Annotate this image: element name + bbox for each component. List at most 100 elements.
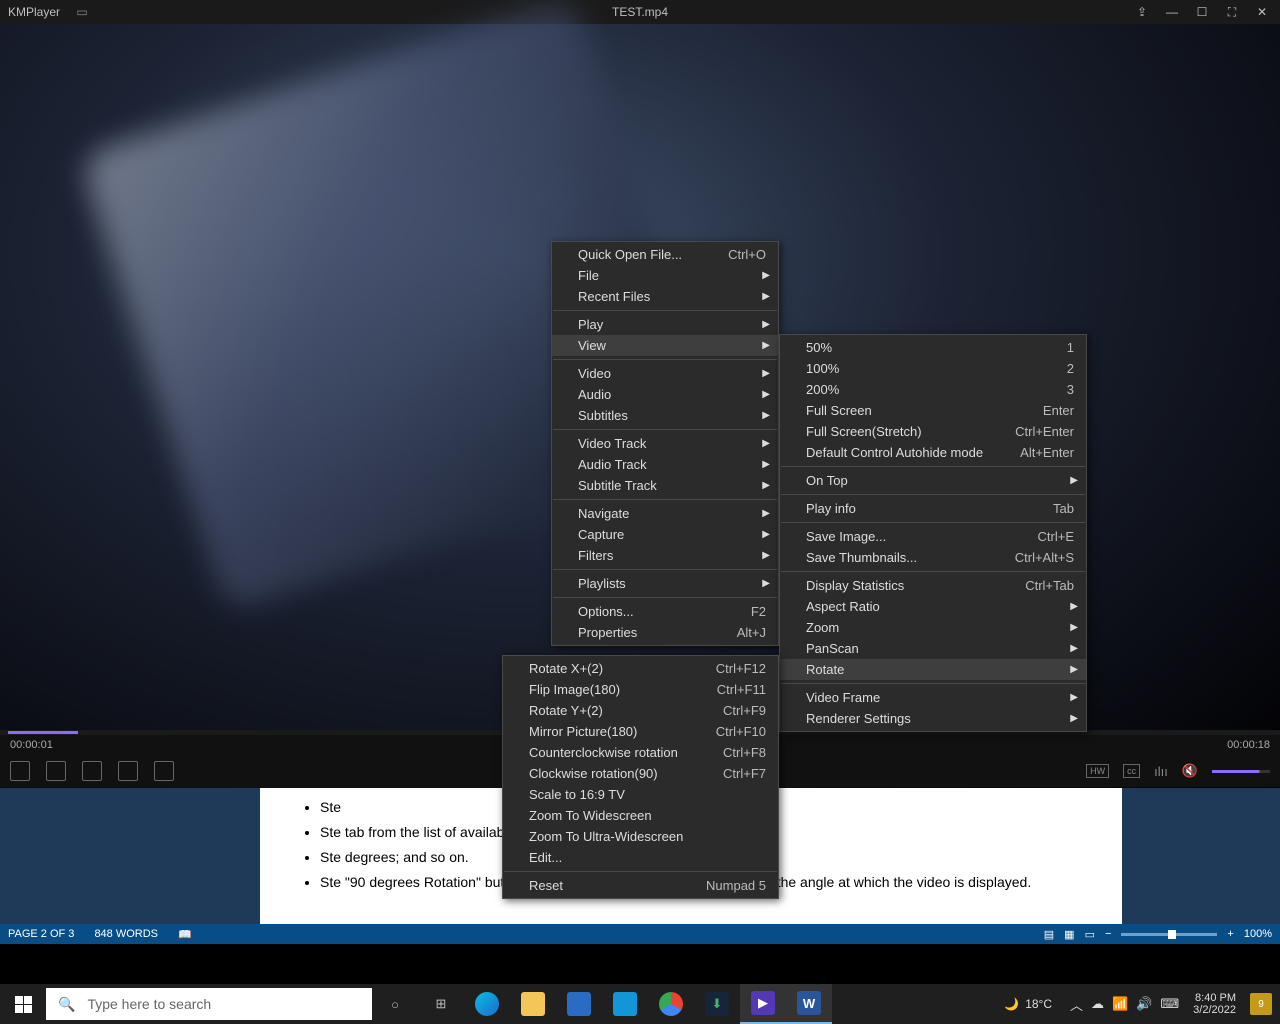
page-indicator[interactable]: PAGE 2 OF 3 [8, 928, 74, 940]
rotate-menu-item[interactable]: Flip Image(180)Ctrl+F11 [503, 679, 778, 700]
read-mode-icon[interactable]: ▤ [1044, 928, 1054, 941]
rotate-menu-item[interactable]: Mirror Picture(180)Ctrl+F10 [503, 721, 778, 742]
explorer-icon[interactable] [510, 984, 556, 1024]
main-menu-item[interactable]: Playlists▶ [552, 573, 778, 594]
tray-chevron-up-icon[interactable]: ︿ [1070, 995, 1083, 1014]
minimize-icon[interactable]: — [1164, 4, 1180, 20]
view-menu-item[interactable]: Save Image...Ctrl+E [780, 526, 1086, 547]
main-menu-item[interactable]: Filters▶ [552, 545, 778, 566]
app-green-icon[interactable]: ⬇ [694, 984, 740, 1024]
crop-icon[interactable] [154, 761, 174, 781]
view-menu-item[interactable]: Rotate▶ [780, 659, 1086, 680]
main-menu-item[interactable]: Play▶ [552, 314, 778, 335]
rotate-menu-item[interactable]: Rotate Y+(2)Ctrl+F9 [503, 700, 778, 721]
menu-item-label: Aspect Ratio [806, 599, 1074, 614]
view-menu-item[interactable]: PanScan▶ [780, 638, 1086, 659]
rotate-menu-item[interactable]: Clockwise rotation(90)Ctrl+F7 [503, 763, 778, 784]
cube-icon[interactable] [118, 761, 138, 781]
rotate-menu-item[interactable]: Scale to 16:9 TV [503, 784, 778, 805]
edge-icon[interactable] [464, 984, 510, 1024]
main-menu-item[interactable]: Subtitles▶ [552, 405, 778, 426]
equalizer-icon[interactable]: ılıı [1154, 764, 1168, 779]
view-menu-item[interactable]: Full Screen(Stretch)Ctrl+Enter [780, 421, 1086, 442]
view-menu-item[interactable]: Save Thumbnails...Ctrl+Alt+S [780, 547, 1086, 568]
tb-extra-icon[interactable]: ▭ [74, 4, 90, 20]
menu-item-shortcut: Ctrl+F11 [693, 682, 766, 697]
rotate-menu-item[interactable]: Counterclockwise rotationCtrl+F8 [503, 742, 778, 763]
hw-badge[interactable]: HW [1086, 764, 1109, 778]
wifi-icon[interactable]: 📶 [1112, 996, 1128, 1012]
view-menu-item[interactable]: 100%2 [780, 358, 1086, 379]
clock[interactable]: 8:40 PM 3/2/2022 [1187, 992, 1242, 1016]
word-count[interactable]: 848 WORDS [94, 928, 158, 940]
close-icon[interactable]: ✕ [1254, 4, 1270, 20]
start-button[interactable] [0, 984, 46, 1024]
rotate-menu-item[interactable]: Edit... [503, 847, 778, 868]
sound-icon[interactable]: 🔊 [1136, 996, 1152, 1012]
task-view-icon[interactable]: ⊞ [418, 984, 464, 1024]
zoom-out-icon[interactable]: − [1105, 928, 1111, 940]
proofing-icon[interactable]: 📖 [178, 928, 192, 941]
chevron-right-icon: ▶ [762, 508, 770, 519]
view-menu-item[interactable]: Full ScreenEnter [780, 400, 1086, 421]
view-menu-item[interactable]: Renderer Settings▶ [780, 708, 1086, 729]
zoom-slider[interactable] [1121, 933, 1217, 936]
rotate-menu-item[interactable]: ResetNumpad 5 [503, 875, 778, 896]
vr-icon[interactable] [82, 761, 102, 781]
main-menu-item[interactable]: Options...F2 [552, 601, 778, 622]
onedrive-icon[interactable]: ☁ [1091, 996, 1104, 1012]
chrome-icon[interactable] [648, 984, 694, 1024]
restore-icon[interactable]: ☐ [1194, 4, 1210, 20]
main-menu-item[interactable]: Subtitle Track▶ [552, 475, 778, 496]
cortana-icon[interactable]: ○ [372, 984, 418, 1024]
mute-icon[interactable]: 🔇 [1182, 763, 1198, 779]
main-menu-item[interactable]: Audio▶ [552, 384, 778, 405]
main-menu-item[interactable]: Video Track▶ [552, 433, 778, 454]
menu-item-shortcut: Ctrl+F12 [692, 661, 766, 676]
main-menu-item[interactable]: Video▶ [552, 363, 778, 384]
taskbar-search[interactable]: 🔍 Type here to search [46, 988, 372, 1020]
view-menu-item[interactable]: 200%3 [780, 379, 1086, 400]
print-layout-icon[interactable]: ▦ [1064, 928, 1074, 941]
web-layout-icon[interactable]: ▭ [1085, 928, 1095, 941]
main-menu-item[interactable]: File▶ [552, 265, 778, 286]
main-menu-item[interactable]: PropertiesAlt+J [552, 622, 778, 643]
view-menu-item[interactable]: 50%1 [780, 337, 1086, 358]
chevron-right-icon: ▶ [762, 368, 770, 379]
view-menu-item[interactable]: On Top▶ [780, 470, 1086, 491]
rotate-menu-item[interactable]: Zoom To Widescreen [503, 805, 778, 826]
playlist-icon[interactable] [10, 761, 30, 781]
view-menu-item[interactable]: Play infoTab [780, 498, 1086, 519]
main-menu-item[interactable]: Recent Files▶ [552, 286, 778, 307]
mail-icon[interactable] [602, 984, 648, 1024]
weather-widget[interactable]: 🌙 18°C [994, 997, 1062, 1011]
menu-item-label: Rotate Y+(2) [529, 703, 699, 718]
rotate-menu-item[interactable]: Rotate X+(2)Ctrl+F12 [503, 658, 778, 679]
chevron-right-icon: ▶ [1070, 713, 1078, 724]
kmplayer-taskbar-icon[interactable]: ▶ [740, 984, 786, 1024]
zoom-percent[interactable]: 100% [1244, 928, 1272, 940]
view-menu-item[interactable]: Video Frame▶ [780, 687, 1086, 708]
main-menu-item[interactable]: Navigate▶ [552, 503, 778, 524]
action-center-icon[interactable]: 9 [1250, 993, 1272, 1015]
main-menu-item[interactable]: Capture▶ [552, 524, 778, 545]
view-menu-item[interactable]: Zoom▶ [780, 617, 1086, 638]
main-menu-item[interactable]: Quick Open File...Ctrl+O [552, 244, 778, 265]
main-menu-item[interactable]: Audio Track▶ [552, 454, 778, 475]
menu-item-label: Mirror Picture(180) [529, 724, 692, 739]
fullscreen-icon[interactable]: ⛶ [1224, 4, 1240, 20]
download-icon[interactable] [46, 761, 66, 781]
view-menu-item[interactable]: Display StatisticsCtrl+Tab [780, 575, 1086, 596]
view-menu-item[interactable]: Default Control Autohide modeAlt+Enter [780, 442, 1086, 463]
chevron-right-icon: ▶ [762, 340, 770, 351]
view-menu-item[interactable]: Aspect Ratio▶ [780, 596, 1086, 617]
share-icon[interactable]: ⇪ [1134, 4, 1150, 20]
rotate-menu-item[interactable]: Zoom To Ultra-Widescreen [503, 826, 778, 847]
zoom-in-icon[interactable]: + [1227, 928, 1233, 940]
word-taskbar-icon[interactable]: W [786, 984, 832, 1024]
volume-slider[interactable] [1212, 770, 1270, 773]
cc-badge[interactable]: cc [1123, 764, 1140, 778]
main-menu-item[interactable]: View▶ [552, 335, 778, 356]
store-icon[interactable] [556, 984, 602, 1024]
language-icon[interactable]: ⌨ [1160, 996, 1179, 1012]
